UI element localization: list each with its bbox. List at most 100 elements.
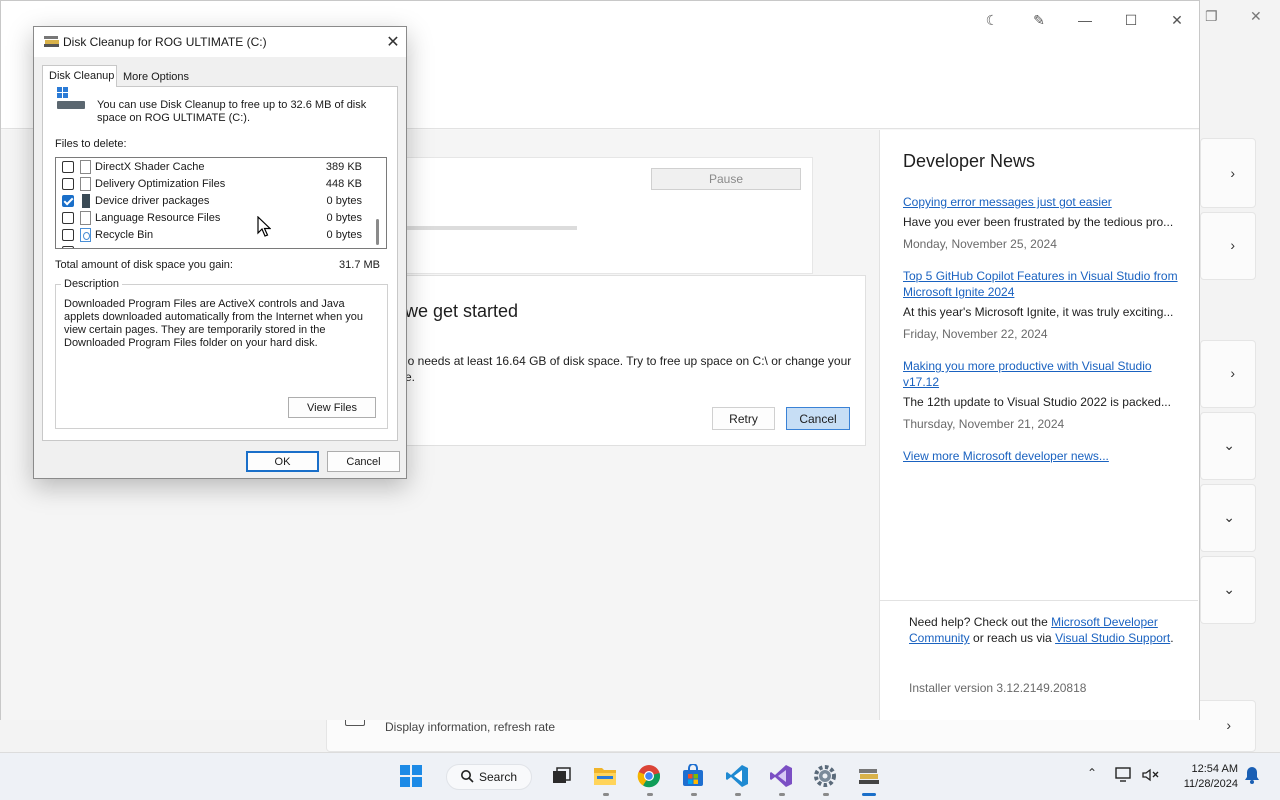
settings-card[interactable]: ⌄: [1200, 556, 1256, 624]
close-icon[interactable]: ✕: [1163, 9, 1191, 31]
checkbox-checked[interactable]: [62, 195, 74, 207]
list-item-partial: [56, 244, 372, 248]
item-name: Delivery Optimization Files: [95, 178, 226, 190]
chevron-down-icon: ⌄: [1223, 509, 1235, 525]
total-value: 31.7 MB: [339, 259, 380, 271]
news-summary: The 12th update to Visual Studio 2022 is…: [903, 395, 1171, 409]
settings-card[interactable]: ›: [1200, 138, 1256, 208]
help-prefix: Need help? Check out the: [909, 615, 1052, 629]
checkbox[interactable]: [62, 161, 74, 173]
progress-bar: [405, 226, 577, 230]
chevron-right-icon: ›: [1230, 365, 1235, 381]
item-name: Language Resource Files: [95, 212, 221, 224]
notification-bell-icon[interactable]: [1242, 764, 1262, 786]
settings-card[interactable]: ⌄: [1200, 484, 1256, 552]
settings-card[interactable]: ›: [1200, 212, 1256, 280]
news-link[interactable]: Copying error messages just got easier: [903, 194, 1178, 210]
running-indicator: [647, 793, 653, 796]
chevron-right-icon: ›: [1226, 717, 1231, 733]
news-date: Friday, November 22, 2024: [903, 327, 1048, 341]
developer-news-heading: Developer News: [903, 151, 1036, 171]
error-title: we get started: [405, 301, 519, 321]
dialog-title: Disk Cleanup for ROG ULTIMATE (C:): [63, 35, 267, 49]
chrome-icon[interactable]: [636, 763, 662, 789]
checkbox[interactable]: [62, 178, 74, 190]
file-icon: [80, 211, 91, 225]
list-item[interactable]: Delivery Optimization Files 448 KB: [56, 176, 372, 193]
list-item[interactable]: Recycle Bin 0 bytes: [56, 227, 372, 244]
minimize-icon[interactable]: —: [1071, 9, 1099, 31]
list-item[interactable]: Device driver packages 0 bytes: [56, 193, 372, 210]
running-indicator: [603, 793, 609, 796]
theme-moon-icon[interactable]: ☾: [978, 9, 1006, 31]
visual-studio-icon[interactable]: [768, 763, 794, 789]
chevron-right-icon: ›: [1230, 237, 1235, 253]
list-scrollbar[interactable]: [376, 219, 379, 245]
search-label: Search: [479, 770, 518, 784]
checkbox[interactable]: [62, 212, 74, 224]
running-indicator: [691, 793, 697, 796]
chevron-down-icon: ⌄: [1223, 437, 1235, 453]
disk-cleanup-icon: [44, 36, 60, 48]
item-size: 0 bytes: [326, 229, 362, 241]
file-icon: [80, 160, 91, 174]
dialog-close-icon[interactable]: ✕: [384, 32, 402, 52]
disk-cleanup-dialog: Disk Cleanup for ROG ULTIMATE (C:) ✕ Dis…: [33, 26, 407, 479]
cancel-install-button[interactable]: Cancel: [786, 407, 850, 430]
item-size: 0 bytes: [326, 212, 362, 224]
item-size: 389 KB: [325, 161, 362, 173]
files-list[interactable]: DirectX Shader Cache 389 KB Delivery Opt…: [55, 157, 387, 249]
tab-more-options[interactable]: More Options: [119, 69, 193, 87]
maximize-icon[interactable]: ☐: [1117, 9, 1145, 31]
list-item[interactable]: DirectX Shader Cache 389 KB: [56, 159, 372, 176]
news-link[interactable]: Making you more productive with Visual S…: [903, 358, 1178, 390]
total-label: Total amount of disk space you gain:: [55, 259, 233, 271]
list-item[interactable]: Language Resource Files 0 bytes: [56, 210, 372, 227]
dialog-titlebar: Disk Cleanup for ROG ULTIMATE (C:) ✕: [34, 27, 406, 57]
news-link[interactable]: Top 5 GitHub Copilot Features in Visual …: [903, 268, 1178, 300]
clock[interactable]: 12:54 AM 11/28/2024: [1172, 762, 1238, 792]
tab-disk-cleanup[interactable]: Disk Cleanup: [42, 65, 117, 87]
start-icon[interactable]: [398, 763, 424, 789]
view-more-news-link[interactable]: View more Microsoft developer news...: [903, 448, 1178, 464]
network-icon[interactable]: [1112, 764, 1134, 786]
help-suffix: .: [1170, 631, 1174, 645]
news-date: Thursday, November 21, 2024: [903, 417, 1065, 431]
checkbox[interactable]: [62, 246, 74, 248]
help-middle: or reach us via: [969, 631, 1056, 645]
file-icon: [80, 177, 91, 191]
settings-card[interactable]: ›: [1200, 340, 1256, 408]
search-icon: [461, 770, 474, 783]
pause-button[interactable]: Pause: [651, 168, 801, 190]
news-summary: Have you ever been frustrated by the ted…: [903, 215, 1174, 229]
retry-button[interactable]: Retry: [712, 407, 775, 430]
task-view-icon[interactable]: [548, 763, 574, 789]
file-explorer-icon[interactable]: [592, 763, 618, 789]
active-indicator: [862, 793, 876, 796]
drive-icon: [55, 87, 87, 113]
store-icon[interactable]: [680, 763, 706, 789]
settings-icon[interactable]: [812, 763, 838, 789]
description-text: Downloaded Program Files are ActiveX con…: [64, 298, 364, 349]
settings-close-icon[interactable]: ✕: [1250, 8, 1262, 25]
view-files-button[interactable]: View Files: [288, 397, 376, 418]
restore-icon[interactable]: ❐: [1205, 8, 1218, 25]
running-indicator: [779, 793, 785, 796]
error-message: io needs at least 16.64 GB of disk space…: [405, 354, 852, 384]
vs-support-link[interactable]: Visual Studio Support: [1055, 631, 1170, 645]
ok-button[interactable]: OK: [246, 451, 319, 472]
chevron-up-icon[interactable]: ⌃: [1087, 766, 1097, 780]
checkbox[interactable]: [62, 229, 74, 241]
item-name: Recycle Bin: [95, 229, 154, 241]
volume-muted-icon[interactable]: [1140, 764, 1162, 786]
news-summary: At this year's Microsoft Ignite, it was …: [903, 305, 1174, 319]
settings-card[interactable]: ⌄: [1200, 412, 1256, 480]
feedback-icon[interactable]: ✎: [1025, 9, 1053, 31]
cancel-button[interactable]: Cancel: [327, 451, 400, 472]
item-name: Device driver packages: [95, 195, 210, 207]
display-info-label: Display information, refresh rate: [385, 720, 556, 734]
vscode-icon[interactable]: [724, 763, 750, 789]
disk-cleanup-icon[interactable]: [856, 763, 882, 789]
driver-icon: [82, 194, 90, 208]
help-text: Need help? Check out the Microsoft Devel…: [909, 614, 1179, 646]
